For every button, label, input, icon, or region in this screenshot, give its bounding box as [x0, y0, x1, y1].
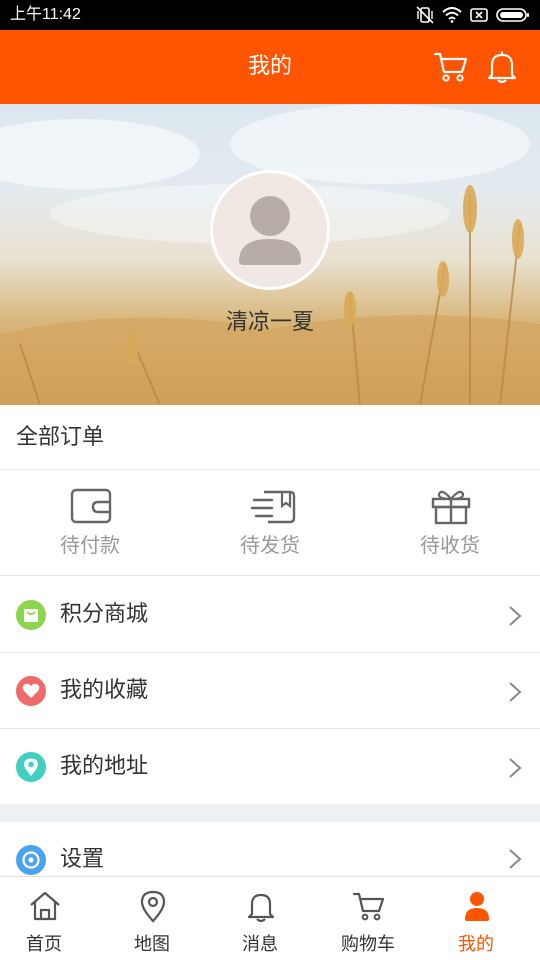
wallet-icon [70, 488, 112, 524]
vibrate-off-icon [416, 6, 434, 24]
order-status-grid: 待付款 待发货 待收货 [0, 470, 540, 576]
order-label: 待发货 [240, 533, 300, 557]
menu-item-settings[interactable]: 设置 [0, 822, 540, 876]
menu-label: 我的收藏 [60, 678, 149, 703]
user-avatar-icon [239, 196, 301, 265]
heart-icon [22, 683, 40, 698]
menu-label: 积分商城 [60, 602, 149, 627]
home-icon [30, 891, 60, 921]
username: 清凉一夏 [225, 310, 314, 335]
sim-icon [470, 8, 488, 22]
status-icons [416, 5, 530, 25]
profile-banner: 清凉一夏 [0, 104, 540, 405]
nav-item-mine[interactable]: 我的 [422, 877, 530, 960]
nav-item-home[interactable]: 首页 [0, 877, 98, 960]
order-label: 待付款 [60, 533, 120, 557]
all-orders-label: 全部订单 [16, 425, 105, 450]
nav-item-cart[interactable]: 购物车 [314, 877, 422, 960]
menu-icon-wrap [16, 752, 46, 782]
map-pin-icon [140, 890, 166, 923]
order-pending-receipt[interactable]: 待收货 [360, 470, 540, 576]
nav-label: 我的 [458, 934, 494, 955]
gift-icon [431, 490, 471, 525]
chevron-right-icon [509, 758, 522, 778]
menu-icon-wrap [16, 676, 46, 706]
user-icon [465, 892, 489, 921]
header-cart-button[interactable] [433, 50, 469, 84]
bell-icon [247, 893, 275, 923]
location-pin-icon [24, 758, 38, 776]
menu-icon-wrap [16, 600, 46, 630]
menu-label: 我的地址 [60, 754, 149, 779]
nav-label: 首页 [26, 934, 62, 955]
bell-icon [487, 51, 517, 84]
nav-label: 消息 [242, 934, 278, 955]
order-label: 待收货 [420, 533, 480, 557]
shipping-doc-icon [250, 490, 296, 524]
chevron-right-icon [509, 849, 522, 869]
wifi-icon [442, 7, 462, 23]
app-header: 我的 [0, 30, 540, 104]
section-divider [0, 804, 540, 822]
nav-item-messages[interactable]: 消息 [206, 877, 314, 960]
avatar[interactable] [210, 170, 330, 290]
bottom-nav: 首页 地图 消息 购物车 我的 [0, 876, 540, 960]
nav-label: 地图 [134, 934, 170, 955]
nav-label: 购物车 [341, 934, 395, 955]
cart-icon [352, 892, 385, 921]
order-pending-payment[interactable]: 待付款 [0, 470, 180, 576]
cart-icon [433, 52, 468, 82]
status-time: 上午11:42 [10, 6, 81, 23]
all-orders-row[interactable]: 全部订单 [0, 405, 540, 470]
mall-bag-icon [24, 609, 38, 622]
chevron-right-icon [509, 606, 522, 626]
menu-item-favorites[interactable]: 我的收藏 [0, 653, 540, 729]
menu-item-points-mall[interactable]: 积分商城 [0, 577, 540, 653]
menu-item-address[interactable]: 我的地址 [0, 729, 540, 805]
header-notification-button[interactable] [486, 50, 518, 84]
chevron-right-icon [509, 682, 522, 702]
order-pending-shipment[interactable]: 待发货 [180, 470, 360, 576]
nav-item-map[interactable]: 地图 [98, 877, 206, 960]
settings-icon [22, 851, 40, 869]
battery-icon [496, 8, 529, 22]
menu-icon-wrap [16, 845, 46, 875]
status-bar: 上午11:42 [0, 0, 540, 30]
